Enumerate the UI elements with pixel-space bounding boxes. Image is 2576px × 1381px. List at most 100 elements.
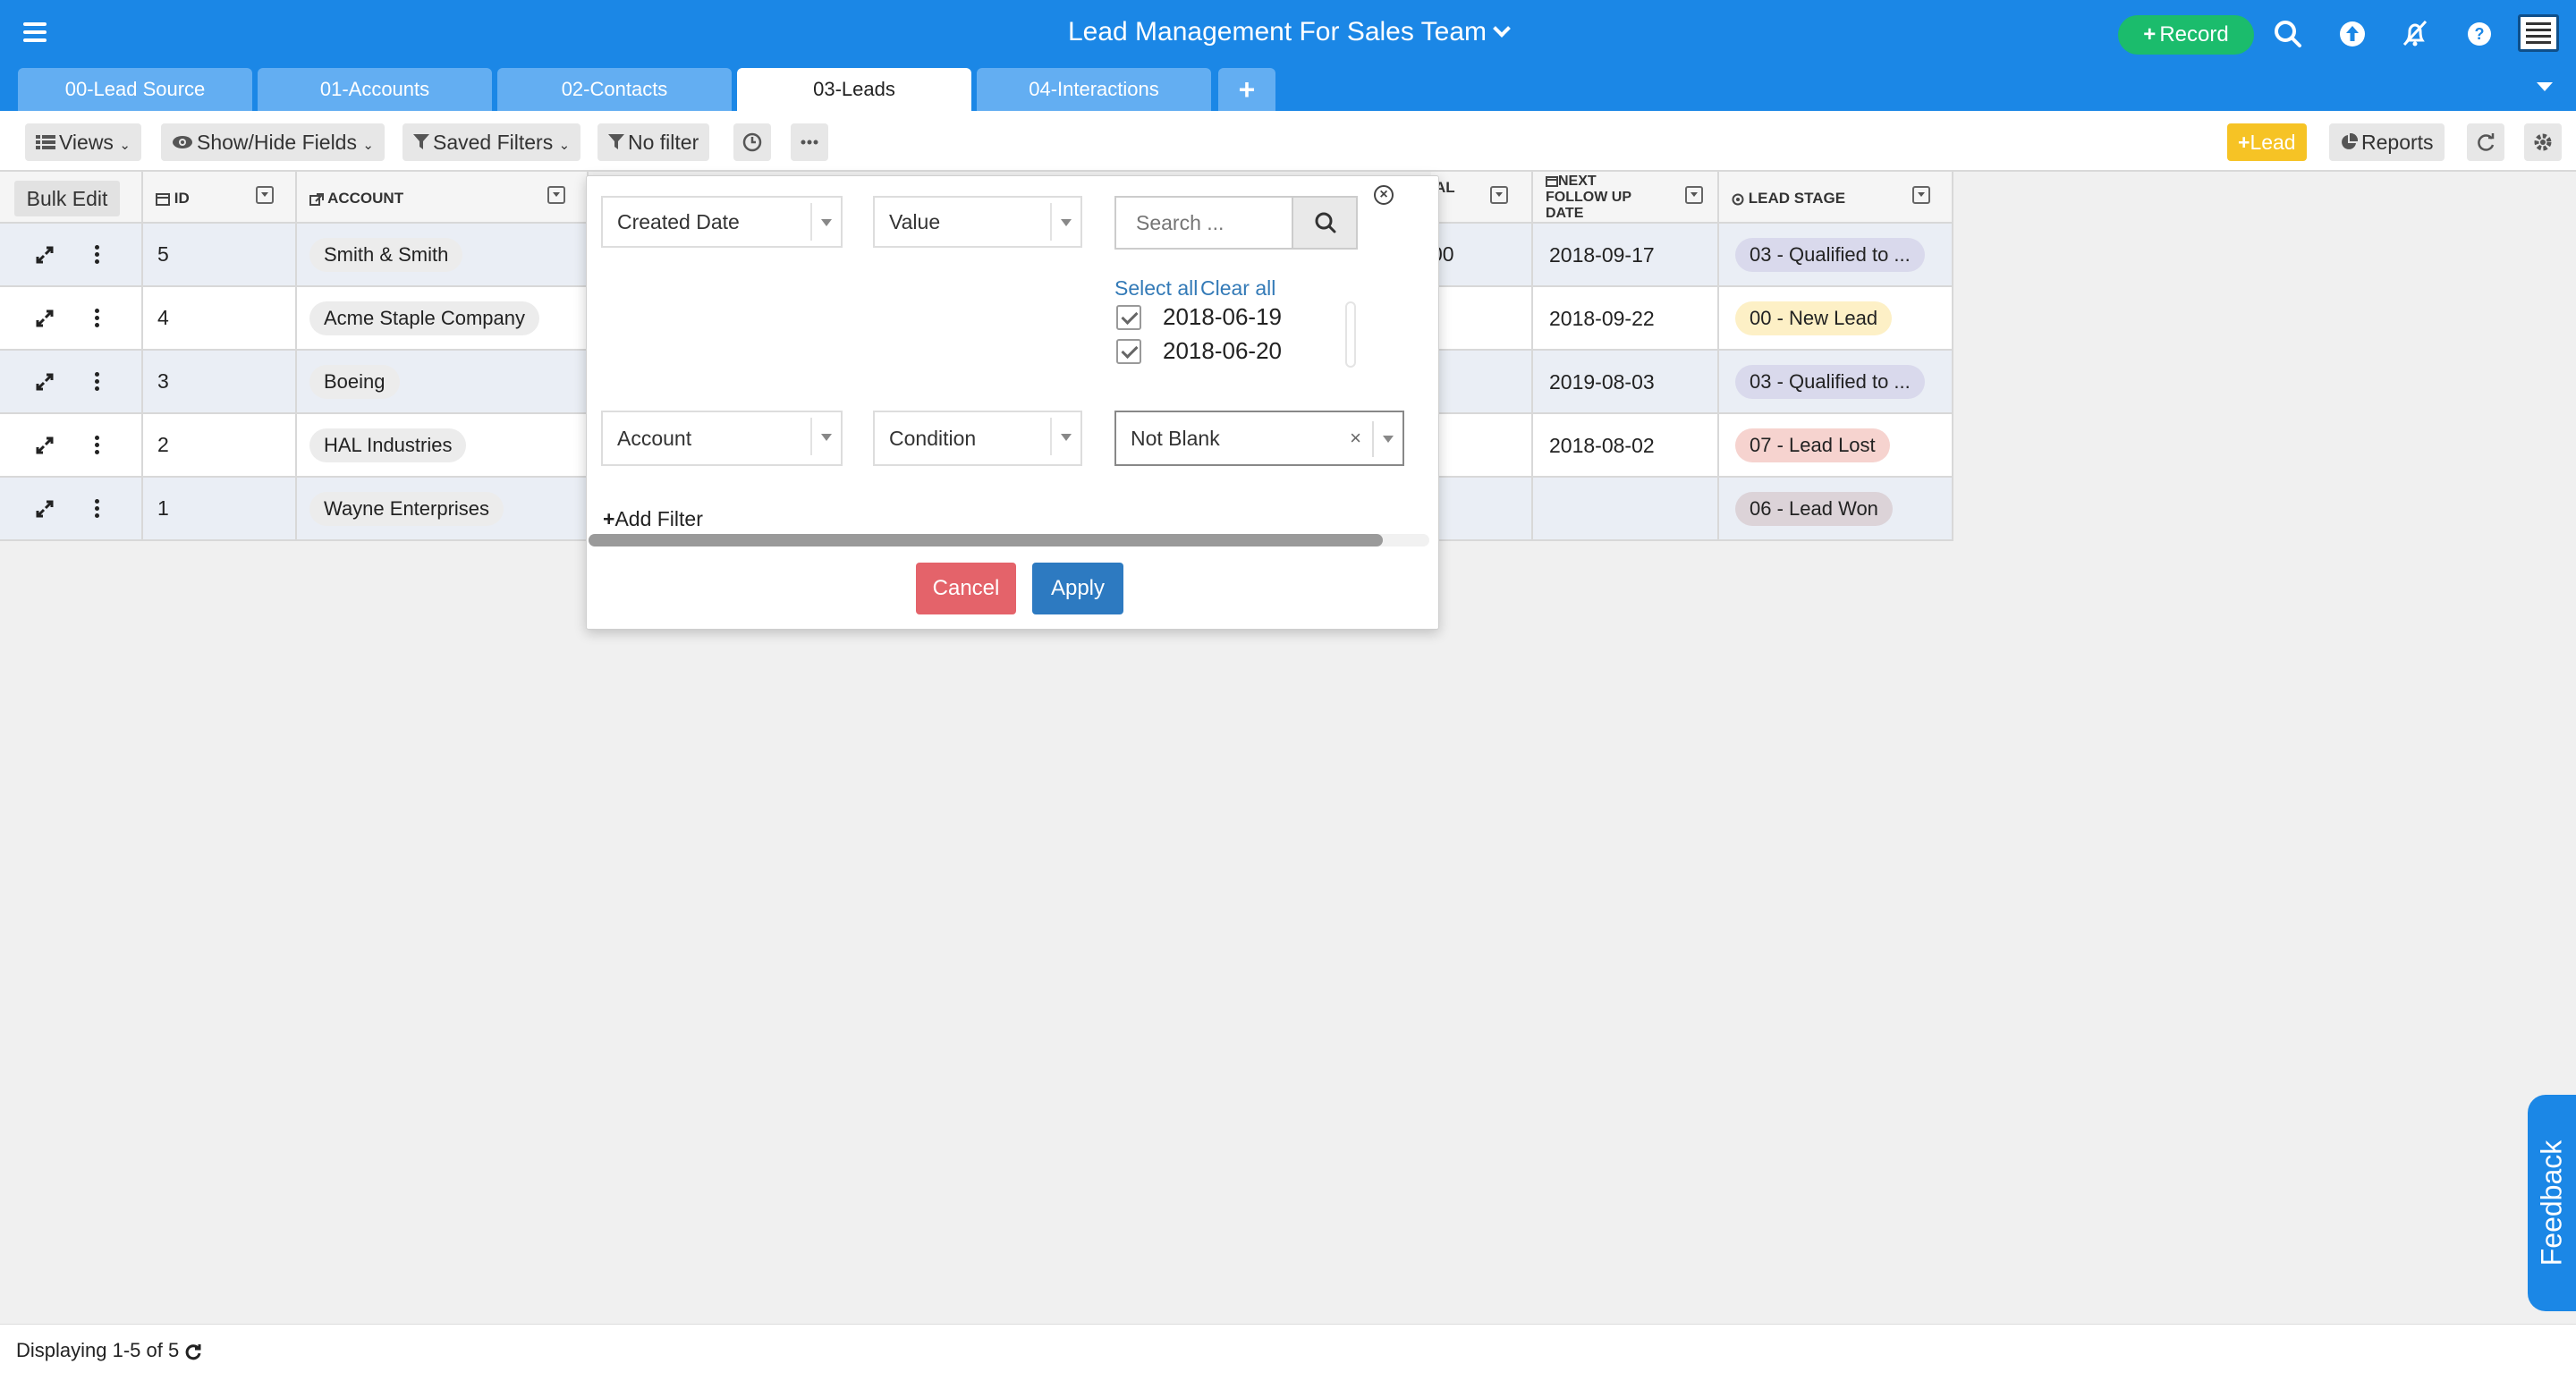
tab-leads[interactable]: 03-Leads [737, 68, 971, 111]
id-cell[interactable]: 2 [143, 414, 297, 478]
account-cell[interactable]: Acme Staple Company [297, 287, 589, 351]
notifications-off-icon[interactable] [2397, 16, 2433, 52]
id-cell[interactable]: 1 [143, 478, 297, 541]
column-header-id[interactable]: ID [143, 172, 297, 224]
values-scrollbar[interactable] [1345, 301, 1356, 368]
id-cell[interactable]: 4 [143, 287, 297, 351]
lead-stage-badge[interactable]: 06 - Lead Won [1735, 492, 1893, 526]
apply-button[interactable]: Apply [1032, 563, 1123, 614]
tab-interactions[interactable]: 04-Interactions [977, 68, 1211, 111]
feedback-tab[interactable]: Feedback [2528, 1095, 2576, 1311]
account-link[interactable]: HAL Industries [309, 428, 467, 462]
lead-stage-badge[interactable]: 00 - New Lead [1735, 301, 1893, 335]
lead-stage-badge[interactable]: 07 - Lead Lost [1735, 428, 1890, 462]
app-title[interactable]: Lead Management For Sales Team [975, 11, 1601, 54]
account-link[interactable]: Boeing [309, 365, 400, 399]
column-filter-toggle-icon[interactable] [547, 186, 565, 204]
value-checkbox-1[interactable] [1116, 305, 1141, 330]
refresh-button[interactable] [2467, 123, 2504, 161]
hidden-col-cell[interactable]: ) [1431, 478, 1533, 541]
kebab-icon[interactable] [93, 498, 100, 520]
clear-icon[interactable]: × [1350, 412, 1361, 464]
column-header-next-follow-up[interactable]: NEXT FOLLOW UP DATE [1533, 172, 1719, 224]
account-cell[interactable]: Wayne Enterprises [297, 478, 589, 541]
cancel-button[interactable]: Cancel [916, 563, 1016, 614]
column-filter-toggle-icon[interactable] [1912, 186, 1930, 204]
kebab-icon[interactable] [93, 308, 100, 329]
filter-operator-select[interactable]: Value [873, 196, 1082, 248]
lead-stage-cell[interactable]: 03 - Qualified to ... [1719, 224, 1953, 287]
add-lead-button[interactable]: +Lead [2227, 123, 2307, 161]
close-icon[interactable]: × [1374, 185, 1394, 205]
filter-field-select-2[interactable]: Account [601, 411, 843, 466]
next-follow-up-cell[interactable]: 2018-09-22 [1533, 287, 1719, 351]
settings-button[interactable] [2524, 123, 2562, 161]
lead-stage-cell[interactable]: 03 - Qualified to ... [1719, 351, 1953, 414]
tab-contacts[interactable]: 02-Contacts [497, 68, 732, 111]
account-cell[interactable]: Boeing [297, 351, 589, 414]
filter-field-select[interactable]: Created Date [601, 196, 843, 248]
hidden-col-cell[interactable]: ) [1431, 414, 1533, 478]
search-icon[interactable] [2270, 16, 2306, 52]
add-record-button[interactable]: + Record [2118, 15, 2254, 55]
lead-stage-cell[interactable]: 06 - Lead Won [1719, 478, 1953, 541]
column-filter-toggle-icon[interactable] [256, 186, 274, 204]
show-hide-fields-button[interactable]: Show/Hide Fields ⌄ [161, 123, 385, 161]
next-follow-up-cell[interactable]: 2019-08-03 [1533, 351, 1719, 414]
value-checkbox-2[interactable] [1116, 339, 1141, 364]
tab-lead-source[interactable]: 00-Lead Source [18, 68, 252, 111]
expand-icon[interactable] [34, 308, 55, 329]
filter-search-button[interactable] [1292, 198, 1356, 248]
tabs-dropdown-icon[interactable] [2537, 82, 2553, 91]
lead-stage-cell[interactable]: 07 - Lead Lost [1719, 414, 1953, 478]
menu-icon[interactable] [18, 16, 50, 48]
hidden-col-cell[interactable]: ) [1431, 351, 1533, 414]
filter-operator-select-2[interactable]: Condition [873, 411, 1082, 466]
bulk-edit-button[interactable]: Bulk Edit [14, 181, 120, 216]
clear-all-link[interactable]: Clear all [1200, 276, 1275, 301]
kebab-icon[interactable] [93, 435, 100, 456]
kebab-icon[interactable] [93, 371, 100, 393]
expand-icon[interactable] [34, 371, 55, 393]
column-filter-toggle-icon[interactable] [1685, 186, 1703, 204]
next-follow-up-cell[interactable] [1533, 478, 1719, 541]
hidden-col-cell[interactable]: 00 [1431, 224, 1533, 287]
views-button[interactable]: Views ⌄ [25, 123, 141, 161]
kebab-icon[interactable] [93, 244, 100, 266]
upload-icon[interactable] [2334, 16, 2370, 52]
lead-stage-cell[interactable]: 00 - New Lead [1719, 287, 1953, 351]
next-follow-up-cell[interactable]: 2018-09-17 [1533, 224, 1719, 287]
history-button[interactable] [733, 123, 771, 161]
account-cell[interactable]: Smith & Smith [297, 224, 589, 287]
column-header-hidden[interactable]: AL [1431, 172, 1533, 224]
id-cell[interactable]: 5 [143, 224, 297, 287]
id-cell[interactable]: 3 [143, 351, 297, 414]
filter-search-input[interactable] [1116, 198, 1292, 248]
popup-horizontal-scrollbar[interactable] [589, 534, 1429, 546]
account-link[interactable]: Acme Staple Company [309, 301, 539, 335]
select-all-link[interactable]: Select all [1114, 276, 1198, 301]
condition-value-select[interactable]: Not Blank × [1114, 411, 1404, 466]
add-tab-button[interactable]: + [1218, 68, 1275, 111]
saved-filters-button[interactable]: Saved Filters ⌄ [402, 123, 581, 161]
column-header-account[interactable]: ACCOUNT [297, 172, 589, 224]
account-link[interactable]: Wayne Enterprises [309, 492, 504, 526]
avatar-icon[interactable] [2518, 14, 2559, 52]
account-cell[interactable]: HAL Industries [297, 414, 589, 478]
lead-stage-badge[interactable]: 03 - Qualified to ... [1735, 365, 1925, 399]
more-options-button[interactable] [791, 123, 828, 161]
column-header-lead-stage[interactable]: LEAD STAGE [1719, 172, 1953, 224]
tab-accounts[interactable]: 01-Accounts [258, 68, 492, 111]
column-filter-toggle-icon[interactable] [1490, 186, 1508, 204]
next-follow-up-cell[interactable]: 2018-08-02 [1533, 414, 1719, 478]
reports-button[interactable]: Reports [2329, 123, 2445, 161]
lead-stage-badge[interactable]: 03 - Qualified to ... [1735, 238, 1925, 272]
refresh-icon[interactable] [184, 1343, 202, 1360]
expand-icon[interactable] [34, 498, 55, 520]
expand-icon[interactable] [34, 244, 55, 266]
help-icon[interactable]: ? [2462, 16, 2497, 52]
no-filter-button[interactable]: No filter [597, 123, 710, 161]
add-filter-button[interactable]: +Add Filter [603, 507, 703, 531]
hidden-col-cell[interactable]: ) [1431, 287, 1533, 351]
expand-icon[interactable] [34, 435, 55, 456]
